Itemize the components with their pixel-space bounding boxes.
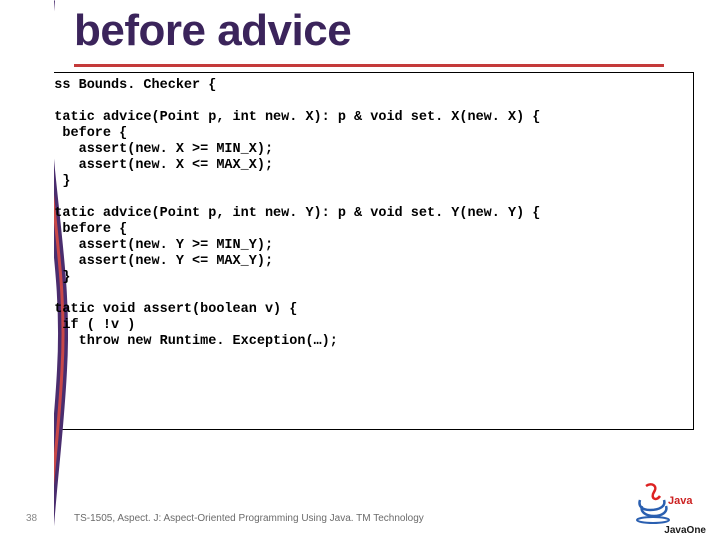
- logo-text: JavaOne: [664, 525, 706, 536]
- footer-text: TS-1505, Aspect. J: Aspect-Oriented Prog…: [74, 513, 424, 524]
- slide-number: 38: [26, 513, 37, 524]
- slide-title: before advice: [74, 6, 351, 56]
- javaone-logo: Java: [634, 482, 702, 530]
- left-white-mask: [0, 0, 54, 540]
- slide: before advice class Bounds. Checker { st…: [0, 0, 720, 540]
- title-underline: [74, 64, 664, 67]
- code-block: class Bounds. Checker { static advice(Po…: [30, 78, 694, 382]
- svg-text:Java: Java: [668, 495, 693, 507]
